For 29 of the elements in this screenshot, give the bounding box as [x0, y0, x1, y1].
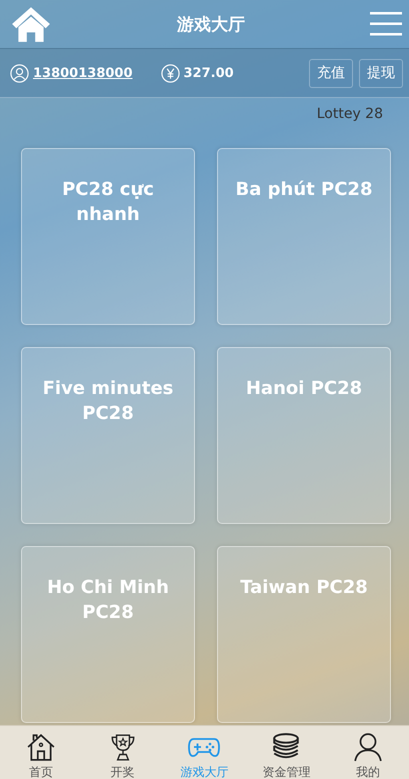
- game-card[interactable]: PC28 cực nhanh: [21, 148, 195, 325]
- game-card[interactable]: Hanoi PC28: [217, 347, 391, 524]
- tab-item[interactable]: 首页: [0, 726, 82, 779]
- balance-amount: 327.00: [184, 66, 234, 80]
- game-name: Five minutes PC28: [42, 377, 174, 426]
- game-card[interactable]: Ho Chi Minh PC28: [21, 546, 195, 723]
- game-name: Hanoi PC28: [246, 377, 362, 401]
- home-icon[interactable]: [10, 5, 52, 43]
- menu-icon[interactable]: [370, 12, 402, 36]
- game-card[interactable]: Ba phút PC28: [217, 148, 391, 325]
- tab-item[interactable]: 我的: [327, 726, 409, 779]
- user-icon: [10, 64, 29, 82]
- section-label: Lottey 28: [316, 106, 383, 124]
- page-title: 游戏大厅: [177, 14, 245, 36]
- game-name: Ba phút PC28: [236, 178, 372, 202]
- tab-item[interactable]: 游戏大厅: [164, 726, 246, 779]
- tab-item[interactable]: 开奖: [82, 726, 164, 779]
- phone-link[interactable]: 13800138000: [33, 66, 132, 80]
- deposit-button[interactable]: 充值: [309, 58, 353, 88]
- tab-item[interactable]: 资金管理: [245, 726, 328, 779]
- game-name: Taiwan PC28: [240, 576, 368, 600]
- game-card[interactable]: Taiwan PC28: [217, 546, 391, 723]
- house-icon: [24, 732, 57, 762]
- game-name: PC28 cực nhanh: [61, 178, 155, 228]
- withdraw-button[interactable]: 提现: [359, 58, 403, 88]
- yen-icon: [160, 64, 180, 82]
- person-icon: [352, 732, 384, 762]
- game-name: Ho Chi Minh PC28: [46, 576, 170, 626]
- game-card[interactable]: Five minutes PC28: [21, 347, 195, 524]
